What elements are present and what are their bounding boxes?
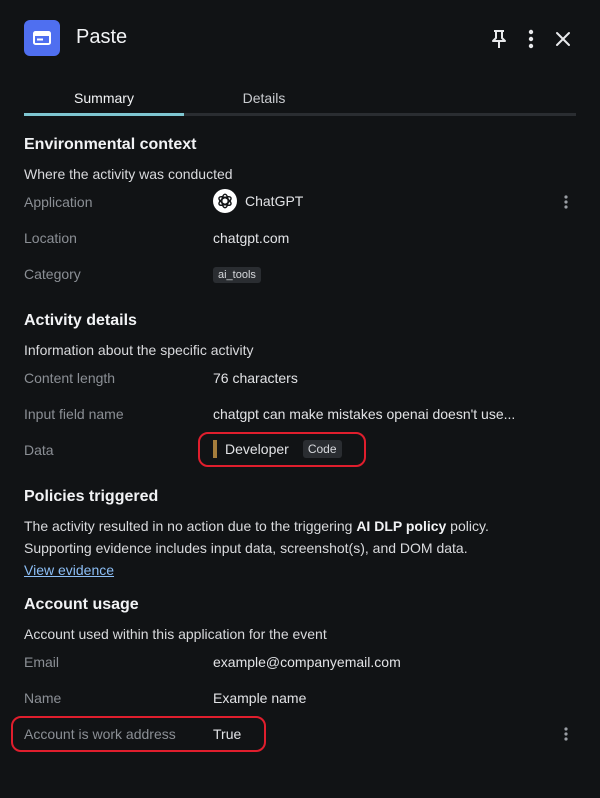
panel-header: Paste <box>0 0 600 78</box>
tab-bar: Summary Details <box>24 80 576 116</box>
work-address-value: True <box>213 726 242 742</box>
close-icon <box>556 32 570 46</box>
activity-details-description: Information about the specific activity <box>24 342 254 358</box>
vertical-ellipsis-icon <box>564 195 568 209</box>
data-value: Developer Code <box>213 440 342 458</box>
data-label: Data <box>24 442 54 458</box>
environmental-context-title: Environmental context <box>24 136 197 153</box>
category-label: Category <box>24 266 81 282</box>
application-name: ChatGPT <box>245 193 304 209</box>
activity-details-title: Activity details <box>24 312 137 329</box>
category-chip: ai_tools <box>213 267 261 283</box>
vertical-ellipsis-icon <box>564 727 568 741</box>
chatgpt-logo-icon <box>213 189 237 213</box>
policy-text-after: policy. <box>446 518 489 534</box>
location-value: chatgpt.com <box>213 230 290 246</box>
policies-triggered-title: Policies triggered <box>24 488 159 505</box>
close-button[interactable] <box>550 26 576 52</box>
tab-details[interactable]: Details <box>184 80 344 114</box>
application-options-button[interactable] <box>556 192 576 212</box>
policy-evidence-note: Supporting evidence includes input data,… <box>24 540 468 556</box>
account-options-button[interactable] <box>556 724 576 744</box>
tab-summary[interactable]: Summary <box>24 80 184 114</box>
email-value: example@companyemail.com <box>213 654 401 670</box>
account-usage-description: Account used within this application for… <box>24 626 327 642</box>
vertical-ellipsis-icon <box>528 29 534 49</box>
window-icon <box>24 20 60 56</box>
policy-name: AI DLP policy <box>356 518 447 534</box>
input-field-name-value: chatgpt can make mistakes openai doesn't… <box>213 406 516 422</box>
data-tag-chip: Code <box>302 440 342 458</box>
account-usage-title: Account usage <box>24 596 139 613</box>
policy-text-before: The activity resulted in no action due t… <box>24 518 357 534</box>
email-label: Email <box>24 654 60 670</box>
application-label: Application <box>24 194 93 210</box>
input-field-name-label: Input field name <box>24 406 124 422</box>
panel-title: Paste <box>76 26 128 48</box>
view-evidence-link[interactable]: View evidence <box>24 562 114 578</box>
more-options-button[interactable] <box>518 26 544 52</box>
pin-button[interactable] <box>486 26 512 52</box>
content-length-label: Content length <box>24 370 116 386</box>
pin-icon <box>492 30 506 48</box>
data-type: Developer <box>225 441 289 457</box>
environmental-context-description: Where the activity was conducted <box>24 166 233 182</box>
application-value: ChatGPT <box>213 189 303 213</box>
location-label: Location <box>24 230 77 246</box>
tab-active-indicator <box>24 113 184 116</box>
content-length-value: 76 characters <box>213 370 298 386</box>
name-value: Example name <box>213 690 307 706</box>
policies-description: The activity resulted in no action due t… <box>24 515 576 581</box>
category-value: ai_tools <box>213 265 261 283</box>
data-color-bar <box>213 440 217 458</box>
name-label: Name <box>24 690 62 706</box>
work-address-label: Account is work address <box>24 726 176 742</box>
